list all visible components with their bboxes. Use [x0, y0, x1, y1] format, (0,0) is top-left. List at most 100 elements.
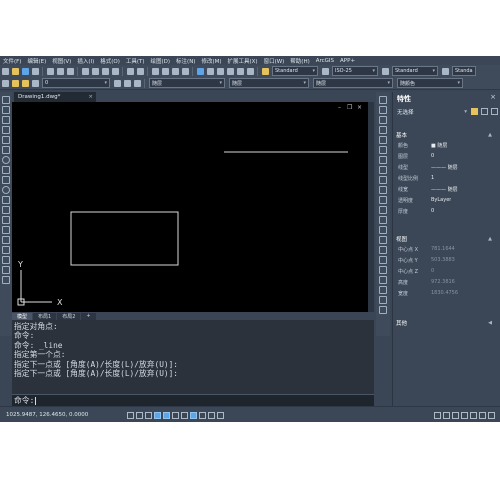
region-icon[interactable]	[2, 256, 10, 264]
explode-icon[interactable]	[379, 246, 387, 254]
save-as-icon[interactable]	[31, 67, 39, 75]
menu-file[interactable]: 文件(F)	[0, 57, 24, 65]
selection-cycling-icon[interactable]	[217, 411, 224, 419]
menu-dimension[interactable]: 标注(N)	[173, 57, 198, 65]
property-row[interactable]: 中心点 Y 503.3883	[398, 255, 496, 265]
color-dropdown[interactable]: 随层 ▾	[149, 78, 225, 88]
polar-tracking-icon[interactable]	[154, 411, 161, 419]
menu-window[interactable]: 窗口(W)	[261, 57, 288, 65]
gradient-icon[interactable]	[2, 246, 10, 254]
rectangle-icon[interactable]	[2, 136, 10, 144]
section-basic[interactable]: 基本 ▲	[396, 130, 492, 139]
ellipse-arc-icon[interactable]	[2, 196, 10, 204]
section-view[interactable]: 视图 ▲	[396, 234, 492, 243]
lineweight-dropdown[interactable]: 随层 ▾	[313, 78, 393, 88]
select-objects-icon[interactable]	[481, 108, 488, 115]
menu-help[interactable]: 帮助(H)	[287, 57, 312, 65]
zoom-window-icon[interactable]	[171, 67, 179, 75]
zoom-realtime-icon[interactable]	[161, 67, 169, 75]
hatch-icon[interactable]	[2, 236, 10, 244]
rotate-icon[interactable]	[379, 156, 387, 164]
open-file-icon[interactable]	[11, 67, 19, 75]
line-icon[interactable]	[2, 96, 10, 104]
object-snap-icon[interactable]	[163, 411, 170, 419]
toggle-pickadd-icon[interactable]	[471, 108, 478, 115]
copy-icon[interactable]	[91, 67, 99, 75]
revision-cloud-icon[interactable]	[2, 166, 10, 174]
drawing-tab[interactable]: Drawing1.dwg* ×	[14, 92, 96, 102]
arc-icon[interactable]	[2, 146, 10, 154]
pan-icon[interactable]	[151, 67, 159, 75]
menu-app-plus[interactable]: APP+	[337, 58, 358, 64]
plotstyle-dropdown[interactable]: 随颜色 ▾	[397, 78, 463, 88]
property-row[interactable]: 厚度 0	[398, 206, 496, 216]
layer-state-icon[interactable]	[133, 79, 141, 87]
layer-previous-icon[interactable]	[123, 79, 131, 87]
property-row[interactable]: 高度 972.3816	[398, 277, 496, 287]
menu-edit[interactable]: 编辑(E)	[24, 57, 49, 65]
property-row[interactable]: 中心点 X 781.1644	[398, 244, 496, 254]
dimension-style-dropdown[interactable]: ISO-25 ▾	[332, 66, 378, 76]
menu-view[interactable]: 视图(V)	[49, 57, 74, 65]
quick-select-icon[interactable]	[491, 108, 498, 115]
array-icon[interactable]	[379, 136, 387, 144]
save-icon[interactable]	[21, 67, 29, 75]
menu-format[interactable]: 格式(O)	[97, 57, 123, 65]
property-row[interactable]: 颜色 ■ 随层	[398, 140, 496, 150]
print-preview-icon[interactable]	[56, 67, 64, 75]
table-style-dropdown[interactable]: Standard ▾	[392, 66, 438, 76]
workspace-icon[interactable]	[443, 411, 450, 419]
menu-draw[interactable]: 绘图(D)	[148, 57, 174, 65]
drawing-canvas[interactable]: – ❐ × X Y	[12, 102, 368, 312]
property-row[interactable]: 透明度 ByLayer	[398, 195, 496, 205]
polygon-icon[interactable]	[2, 126, 10, 134]
close-icon[interactable]: ×	[88, 94, 93, 100]
add-layout-button[interactable]: +	[81, 312, 96, 320]
property-row[interactable]: 宽度 1830.4756	[398, 288, 496, 298]
multileader-style-dropdown[interactable]: Standa	[452, 66, 476, 76]
redo-icon[interactable]	[136, 67, 144, 75]
polyline-icon[interactable]	[2, 116, 10, 124]
markup-icon[interactable]	[236, 67, 244, 75]
menu-extended-tools[interactable]: 扩展工具(X)	[225, 57, 261, 65]
quick-select-icon[interactable]	[379, 306, 387, 314]
tab-model[interactable]: 模型	[12, 312, 33, 320]
extend-icon[interactable]	[379, 196, 387, 204]
print-icon[interactable]	[46, 67, 54, 75]
dynamic-ucs-icon[interactable]	[181, 411, 188, 419]
property-row[interactable]: 图层 0	[398, 151, 496, 161]
object-snap-tracking-icon[interactable]	[172, 411, 179, 419]
chamfer-icon[interactable]	[379, 226, 387, 234]
break-icon[interactable]	[379, 206, 387, 214]
undo-icon[interactable]	[126, 67, 134, 75]
circle-icon[interactable]	[2, 156, 10, 164]
tab-layout1[interactable]: 布局1	[33, 312, 57, 320]
match-properties-icon[interactable]	[111, 67, 119, 75]
property-row[interactable]: 线型比例 1	[398, 173, 496, 183]
hatch-edit-icon[interactable]	[379, 286, 387, 294]
command-input[interactable]: 命令:	[12, 394, 374, 406]
new-file-icon[interactable]	[1, 67, 9, 75]
property-row[interactable]: 线宽 ——— 随层	[398, 184, 496, 194]
tool-palette-icon[interactable]	[216, 67, 224, 75]
annotation-scale-icon[interactable]	[434, 411, 441, 419]
join-icon[interactable]	[379, 216, 387, 224]
layer-manager-icon[interactable]	[1, 79, 9, 87]
align-icon[interactable]	[379, 266, 387, 274]
dynamic-input-icon[interactable]	[190, 411, 197, 419]
ortho-mode-icon[interactable]	[145, 411, 152, 419]
edit-polyline-icon[interactable]	[379, 276, 387, 284]
offset-icon[interactable]	[379, 126, 387, 134]
mirror-icon[interactable]	[379, 116, 387, 124]
menu-arcgis[interactable]: ArcGIS	[313, 58, 337, 64]
construction-line-icon[interactable]	[2, 106, 10, 114]
ellipse-icon[interactable]	[2, 186, 10, 194]
customization-icon[interactable]	[488, 411, 495, 419]
drawn-rectangle[interactable]	[70, 211, 179, 266]
move-icon[interactable]	[379, 146, 387, 154]
publish-icon[interactable]	[66, 67, 74, 75]
tab-layout2[interactable]: 布局2	[57, 312, 81, 320]
canvas-scrollbar[interactable]	[368, 102, 374, 312]
make-layer-current-icon[interactable]	[113, 79, 121, 87]
stretch-icon[interactable]	[379, 176, 387, 184]
